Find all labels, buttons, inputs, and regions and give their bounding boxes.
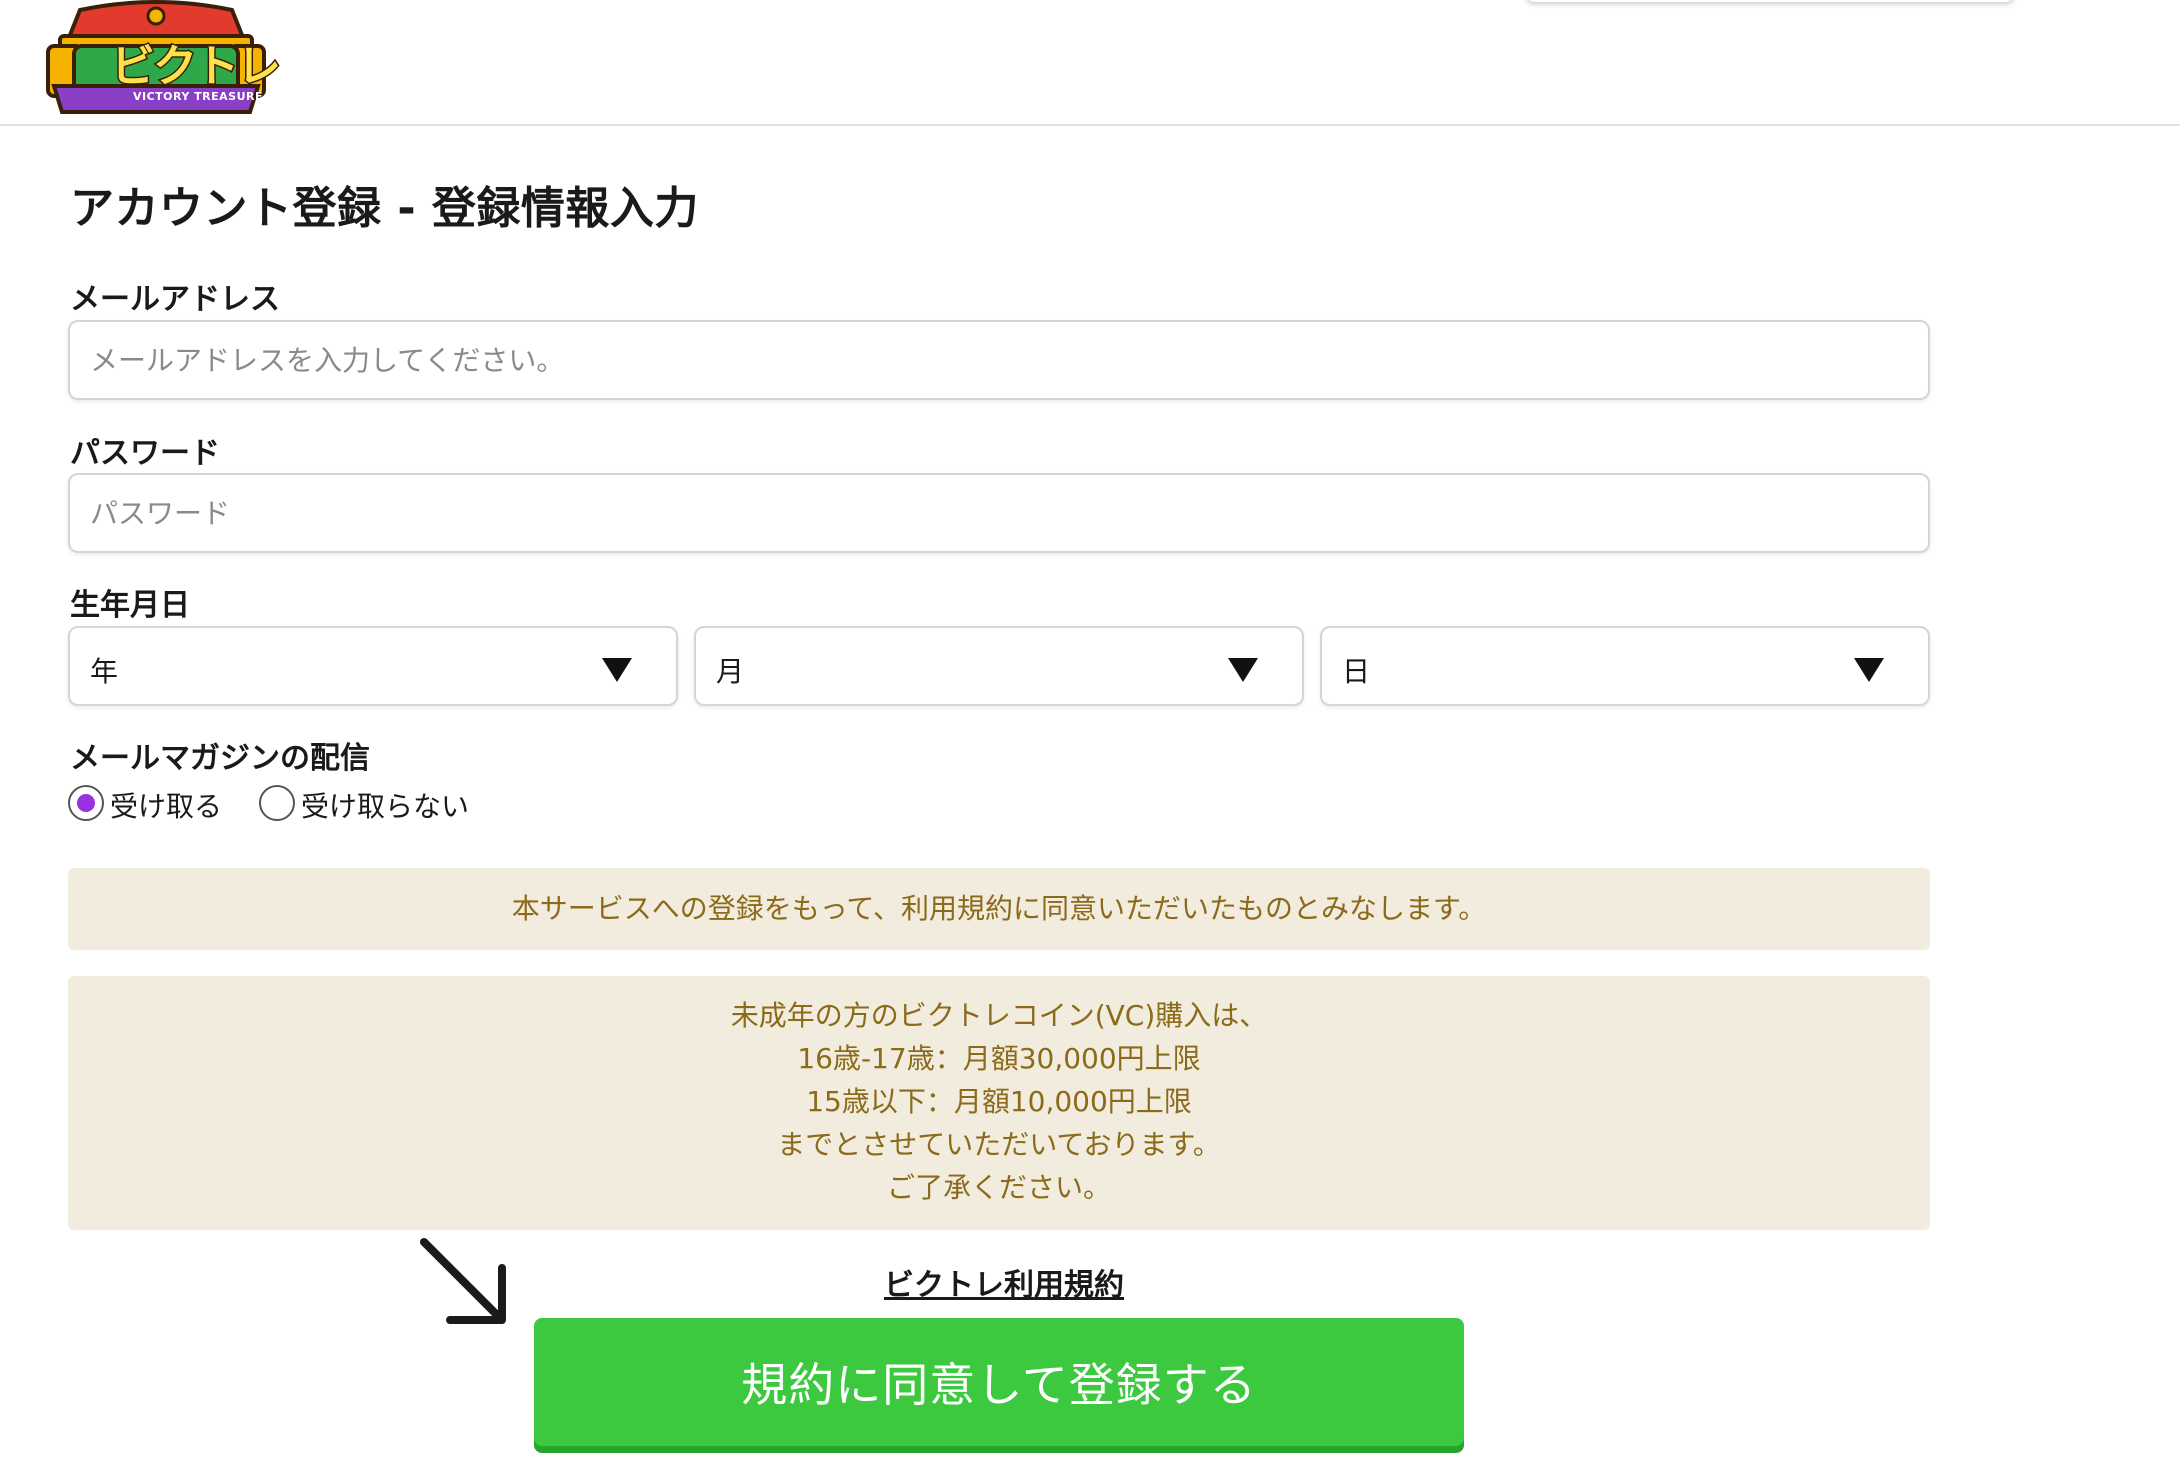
birth-day-value: 日 <box>1342 655 1371 688</box>
birth-year-value: 年 <box>90 655 119 688</box>
password-field[interactable] <box>68 473 1930 553</box>
notice-line: までとさせていただいております。 <box>777 1128 1221 1161</box>
diagonal-arrow-icon <box>420 1238 506 1324</box>
agree-and-register-button[interactable]: 規約に同意して登録する <box>534 1318 1464 1446</box>
page-title: アカウント登録 - 登録情報入力 <box>70 183 699 234</box>
birth-month-select[interactable]: 月 <box>694 626 1304 706</box>
triangle-down-icon <box>1228 658 1258 682</box>
birth-day-select[interactable]: 日 <box>1320 626 1930 706</box>
notice-line: ご了承ください。 <box>886 1171 1111 1204</box>
notice-line: 16歳-17歳：月額30,000円上限 <box>797 1042 1201 1075</box>
terms-link[interactable]: ビクトレ利用規約 <box>884 1260 1124 1304</box>
notice-line: 未成年の方のビクトレコイン(VC)購入は、 <box>730 999 1268 1032</box>
radio-label: 受け取らない <box>301 790 470 823</box>
notice-line: 15歳以下：月額10,000円上限 <box>806 1085 1192 1118</box>
logo-subtext: VICTORY TREASURE <box>132 90 264 103</box>
triangle-down-icon <box>1854 658 1884 682</box>
logo-word: ビクトレ <box>110 40 283 94</box>
email-label: メールアドレス <box>70 282 280 317</box>
birth-year-select[interactable]: 年 <box>68 626 678 706</box>
triangle-down-icon <box>602 658 632 682</box>
victory-treasure-logo[interactable]: ビクトレ VICTORY TREASURE <box>40 0 283 118</box>
email-field[interactable] <box>68 320 1930 400</box>
agreement-notice: 本サービスへの登録をもって、利用規約に同意いただいたものとみなします。 <box>68 868 1930 950</box>
radio-unchecked-icon[interactable] <box>259 785 295 821</box>
password-label: パスワード <box>70 436 220 471</box>
birthday-label: 生年月日 <box>70 588 190 623</box>
radio-checked-icon[interactable] <box>68 785 104 821</box>
birth-month-value: 月 <box>716 655 745 688</box>
minor-purchase-notice: 未成年の方のビクトレコイン(VC)購入は、 16歳-17歳：月額30,000円上… <box>68 976 1930 1230</box>
newsletter-label: メールマガジンの配信 <box>70 741 370 776</box>
site-header: ビクトレ VICTORY TREASURE <box>0 0 2180 126</box>
radio-label: 受け取る <box>110 790 223 823</box>
header-dropdown-tab <box>1525 0 2015 2</box>
